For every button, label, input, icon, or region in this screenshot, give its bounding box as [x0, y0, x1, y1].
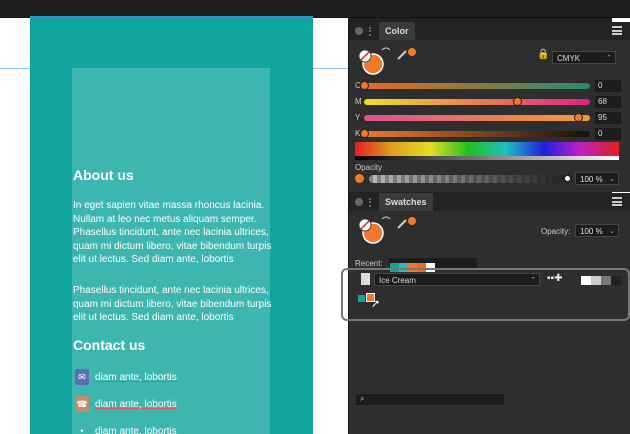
panel-menu-icon[interactable]	[612, 26, 622, 35]
contact-item: • diam ante, lobortis	[75, 421, 177, 434]
about-heading: About us	[73, 167, 134, 183]
k-value[interactable]: 0	[595, 128, 621, 140]
y-value[interactable]: 95	[595, 112, 621, 124]
location-icon: •	[75, 423, 89, 434]
opacity-knob[interactable]	[563, 174, 572, 183]
contact-item: ✉ diam ante, lobortis	[75, 367, 177, 387]
close-icon[interactable]	[355, 198, 363, 206]
swatch-opacity-value[interactable]: 100 % ⌄	[575, 224, 619, 237]
opacity-slider[interactable]	[369, 175, 567, 183]
m-slider[interactable]	[364, 97, 590, 106]
m-slider-knob[interactable]	[513, 97, 522, 106]
swatch-search-input[interactable]: ⌕	[355, 393, 505, 406]
fill-stroke-selector[interactable]	[354, 44, 424, 78]
lock-icon[interactable]: 🔒	[537, 49, 549, 60]
mail-icon: ✉	[75, 369, 89, 385]
document-top-bar	[0, 0, 630, 18]
grip-icon[interactable]	[369, 197, 375, 207]
tab-swatches[interactable]: Swatches	[379, 193, 433, 211]
c-slider-knob[interactable]	[360, 81, 369, 90]
opacity-label: Opacity	[355, 163, 383, 172]
panel-menu-icon[interactable]	[612, 197, 622, 206]
contact-heading: Contact us	[73, 337, 146, 353]
about-paragraph-1: In eget sapien vitae massa rhoncus lacin…	[73, 200, 272, 266]
color-panel: Color 🔒 CMYK ⌃ C 0 M 68 Y 95 K 0 Opacity …	[348, 22, 630, 192]
contact-text: diam ante, lobortis	[95, 425, 177, 434]
k-slider-knob[interactable]	[360, 129, 369, 138]
channel-label: M	[355, 97, 362, 106]
contact-text: diam ante, lobortis	[95, 398, 177, 410]
highlight-box	[341, 268, 630, 321]
color-spectrum[interactable]	[355, 142, 619, 160]
color-mode-select[interactable]: CMYK ⌃	[552, 51, 616, 64]
close-icon[interactable]	[355, 27, 363, 35]
swatches-panel-header: Swatches	[349, 193, 630, 211]
fill-stroke-selector[interactable]	[354, 213, 424, 247]
opacity-label: Opacity:	[541, 227, 571, 236]
phone-icon: ☎	[75, 396, 89, 412]
m-value[interactable]: 68	[595, 96, 621, 108]
grip-icon[interactable]	[369, 26, 375, 36]
k-slider[interactable]	[360, 129, 590, 138]
tab-color[interactable]: Color	[379, 22, 415, 40]
recent-label: Recent:	[355, 259, 383, 268]
y-slider-knob[interactable]	[574, 113, 583, 122]
opacity-swatch	[355, 174, 364, 183]
app-root: About us In eget sapien vitae massa rhon…	[0, 0, 630, 434]
c-slider[interactable]	[360, 81, 590, 90]
channel-label: Y	[355, 113, 361, 122]
y-slider[interactable]	[364, 113, 590, 122]
c-value[interactable]: 0	[595, 80, 621, 92]
search-icon: ⌕	[360, 394, 365, 403]
contact-text: diam ante, lobortis	[95, 371, 177, 383]
about-paragraph-2: Phasellus tincidunt, ante nec lacinia ul…	[73, 285, 272, 324]
color-panel-header: Color	[349, 22, 630, 40]
contact-item: ☎ diam ante, lobortis	[75, 394, 177, 414]
opacity-value[interactable]: 100 % ⌄	[575, 172, 619, 185]
